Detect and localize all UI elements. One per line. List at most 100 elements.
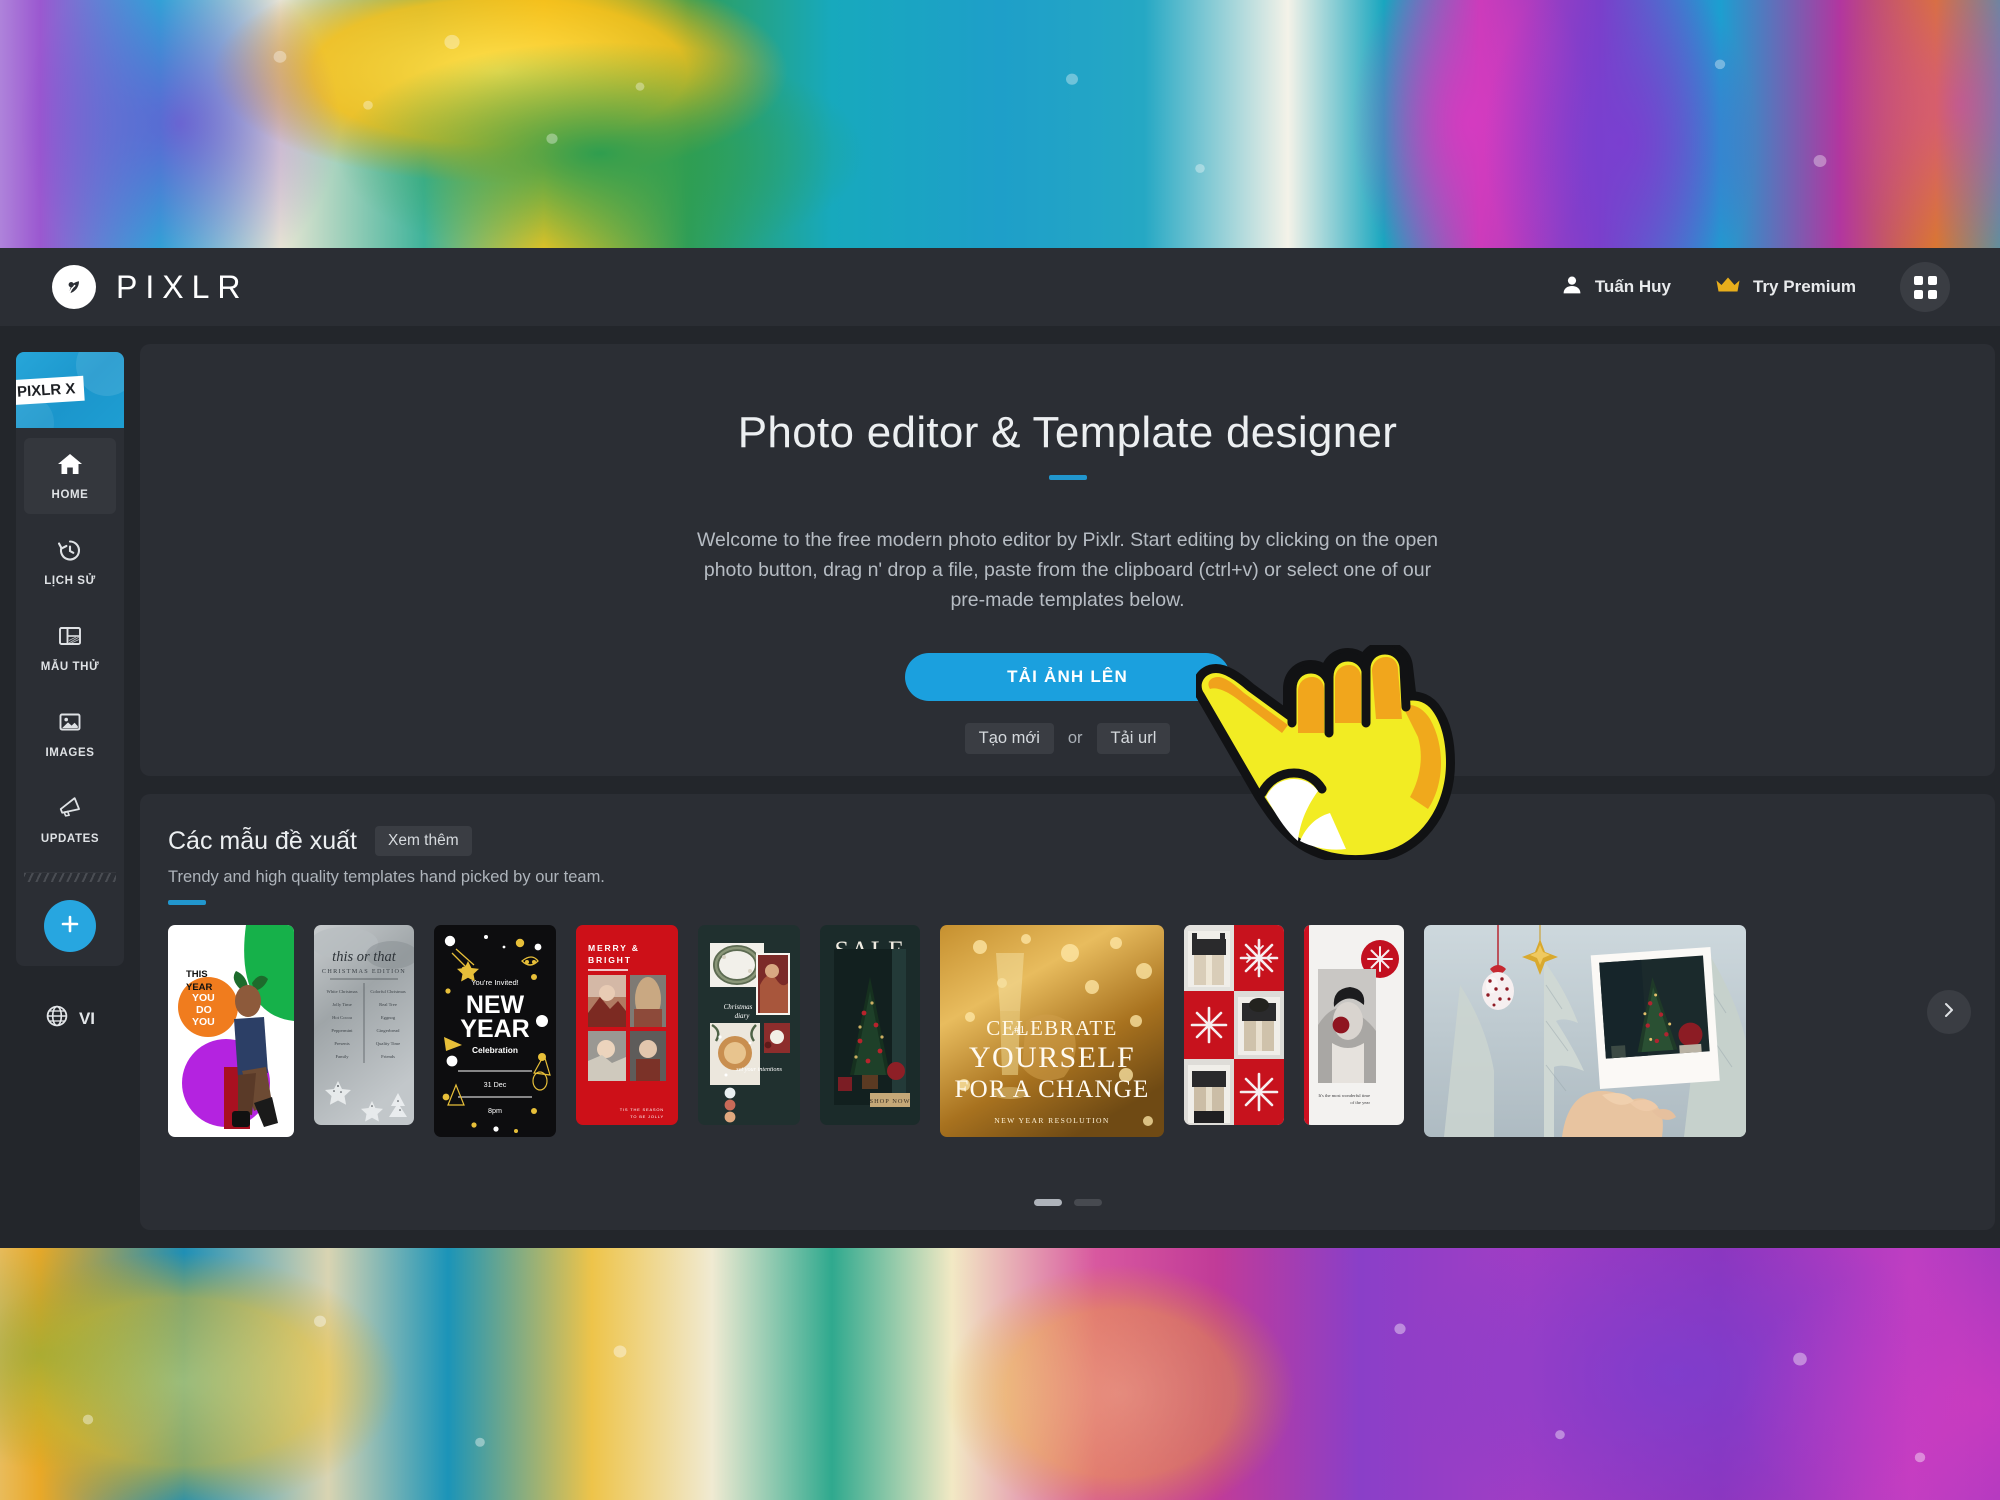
- templates-header: Các mẫu đề xuất Xem thêm: [168, 826, 1967, 856]
- sidebar-item-updates-label: UPDATES: [40, 832, 100, 845]
- sidebar-item-updates[interactable]: UPDATES: [24, 782, 116, 858]
- templates-subtitle: Trendy and high quality templates hand p…: [168, 868, 605, 886]
- user-account-button[interactable]: Tuấn Huy: [1561, 274, 1671, 301]
- upload-image-button[interactable]: TẢI ẢNH LÊN: [905, 653, 1230, 702]
- person-icon: [1561, 274, 1583, 301]
- svg-text:YOU: YOU: [192, 1016, 215, 1028]
- home-icon: [57, 452, 83, 481]
- svg-text:YOU: YOU: [192, 992, 215, 1004]
- sidebar-item-history-label: LỊCH SỬ: [44, 574, 96, 587]
- app-header: PIXLR Tuấn Huy Try Premium: [0, 248, 2000, 326]
- load-url-button[interactable]: Tải url: [1096, 723, 1171, 755]
- svg-text:THIS: THIS: [186, 969, 208, 980]
- templates-carousel: THIS YEAR YOU DO YOU this or that CHRIST…: [168, 925, 1967, 1137]
- language-code-label: VI: [78, 1008, 96, 1028]
- main-content: Photo editor & Template designer Welcome…: [140, 326, 2000, 1248]
- see-more-button[interactable]: Xem thêm: [375, 826, 472, 856]
- svg-text:Jolly Time: Jolly Time: [332, 1002, 352, 1007]
- alt-or-label: or: [1067, 729, 1083, 748]
- svg-text:You're Invited!: You're Invited!: [471, 978, 519, 987]
- user-name-label: Tuấn Huy: [1594, 277, 1671, 296]
- sidebar-panel: PIXLR X HOME LỊCH SỬ MẪU THỬ IMAGES UPDA…: [16, 352, 124, 966]
- sidebar: PIXLR X HOME LỊCH SỬ MẪU THỬ IMAGES UPDA…: [0, 326, 140, 1248]
- page-title: Photo editor & Template designer: [737, 408, 1398, 457]
- template-card-this-or-that-christmas[interactable]: this or that CHRISTMAS EDITION White Chr…: [314, 925, 414, 1125]
- template-card-christmas-diary-collage[interactable]: Christmas diary set your intentions: [698, 925, 800, 1125]
- template-card-most-wonderful-time[interactable]: It's the most wonderful time of the year: [1304, 925, 1404, 1125]
- pagination-dot-1[interactable]: [1033, 1199, 1062, 1206]
- svg-text:Quality Time: Quality Time: [376, 1041, 400, 1046]
- history-icon: [57, 538, 83, 567]
- grid-menu-dots: [1913, 275, 1937, 299]
- svg-text:set your intentions: set your intentions: [736, 1066, 782, 1073]
- svg-text:SHOP NOW: SHOP NOW: [870, 1098, 911, 1105]
- try-premium-button[interactable]: Try Premium: [1715, 275, 1856, 300]
- try-premium-label: Try Premium: [1753, 277, 1856, 296]
- svg-text:Gingerbread: Gingerbread: [377, 1028, 401, 1033]
- template-card-celebrate-yourself[interactable]: #1 CELEBRATE YOURSELF FOR A CHANGE NEW Y…: [940, 925, 1164, 1137]
- svg-text:Celebration: Celebration: [472, 1045, 518, 1055]
- create-new-button[interactable]: Tạo mới: [964, 723, 1054, 755]
- background-art-bottom: [0, 1248, 2000, 1500]
- layout-icon: [57, 624, 83, 653]
- svg-text:It's the most wonderful time: It's the most wonderful time: [1318, 1093, 1370, 1098]
- grid-menu-icon[interactable]: [1900, 262, 1950, 312]
- svg-text:8pm: 8pm: [488, 1106, 502, 1115]
- svg-text:BRIGHT: BRIGHT: [588, 955, 632, 965]
- header-actions: Tuấn Huy Try Premium: [1561, 262, 1950, 312]
- svg-text:Peppermint: Peppermint: [331, 1028, 353, 1033]
- svg-text:31 Dec: 31 Dec: [484, 1080, 507, 1089]
- carousel-next-button[interactable]: [1927, 990, 1971, 1034]
- svg-text:of the year: of the year: [1350, 1100, 1370, 1105]
- templates-panel: Các mẫu đề xuất Xem thêm Trendy and high…: [140, 794, 1995, 1230]
- sidebar-item-templates[interactable]: MẪU THỬ: [24, 610, 116, 686]
- sidebar-item-history[interactable]: LỊCH SỬ: [24, 524, 116, 600]
- pixlr-logo[interactable]: PIXLR: [52, 265, 248, 309]
- svg-text:CHRISTMAS EDITION: CHRISTMAS EDITION: [322, 968, 406, 975]
- svg-text:TO BE JOLLY: TO BE JOLLY: [630, 1114, 664, 1119]
- sidebar-item-home[interactable]: HOME: [24, 438, 116, 514]
- svg-text:YEAR: YEAR: [460, 1015, 529, 1043]
- sidebar-item-images-label: IMAGES: [45, 746, 95, 759]
- sidebar-divider: [24, 872, 116, 882]
- svg-text:CELEBRATE: CELEBRATE: [986, 1016, 1118, 1040]
- svg-text:Eggnog: Eggnog: [381, 1015, 396, 1020]
- template-card-this-year-you-do-you[interactable]: THIS YEAR YOU DO YOU: [168, 925, 294, 1137]
- template-card-merry-and-bright[interactable]: MERRY & BRIGHT TIS THE SEASON TO BE JOLL…: [576, 925, 678, 1125]
- templates-accent-bar: [168, 900, 206, 905]
- background-art-top: [0, 0, 2000, 248]
- hero-alt-actions: Tạo mới or Tải url: [964, 723, 1171, 755]
- add-new-button[interactable]: [44, 900, 96, 952]
- megaphone-icon: [56, 796, 84, 825]
- svg-text:TIS THE SEASON: TIS THE SEASON: [620, 1107, 664, 1112]
- pixlr-logo-text: PIXLR: [116, 268, 249, 305]
- pixlr-x-label: PIXLR X: [16, 375, 86, 406]
- sidebar-item-images[interactable]: IMAGES: [24, 696, 116, 772]
- pixlr-leaf-icon: [52, 265, 96, 309]
- pagination-dot-2[interactable]: [1073, 1199, 1102, 1206]
- template-card-sale-christmas-tree[interactable]: SALE SHOP NOW: [820, 925, 920, 1125]
- svg-text:this or that: this or that: [332, 949, 397, 965]
- svg-text:diary: diary: [735, 1012, 751, 1020]
- pixlr-app-window: PIXLR Tuấn Huy Try Premium PIXLR X HOME …: [0, 248, 2000, 1248]
- title-accent-bar: [1048, 475, 1087, 480]
- sidebar-product-card-pixlr-x[interactable]: PIXLR X: [16, 352, 124, 428]
- language-selector[interactable]: VI: [45, 1004, 95, 1033]
- svg-text:Hot Cocoa: Hot Cocoa: [332, 1015, 352, 1020]
- svg-text:Real Tree: Real Tree: [379, 1002, 397, 1007]
- sidebar-item-home-label: HOME: [51, 488, 89, 501]
- template-card-snowflake-gift-grid[interactable]: [1184, 925, 1284, 1125]
- template-card-new-year-invite[interactable]: You're Invited! NEW YEAR Celebration 31 …: [434, 925, 556, 1137]
- globe-icon: [45, 1004, 69, 1033]
- template-card-polaroid-christmas-tree[interactable]: [1424, 925, 1746, 1137]
- templates-title: Các mẫu đề xuất: [168, 826, 357, 855]
- svg-text:Colorful Christmas: Colorful Christmas: [370, 989, 406, 994]
- sidebar-item-templates-label: MẪU THỬ: [40, 660, 100, 673]
- image-icon: [57, 710, 83, 739]
- plus-icon: [58, 912, 82, 941]
- carousel-pagination: [140, 1199, 1995, 1206]
- crown-icon: [1715, 275, 1741, 300]
- svg-text:Christmas: Christmas: [724, 1003, 753, 1011]
- svg-text:Presents: Presents: [334, 1041, 350, 1046]
- svg-text:YOURSELF: YOURSELF: [969, 1041, 1135, 1074]
